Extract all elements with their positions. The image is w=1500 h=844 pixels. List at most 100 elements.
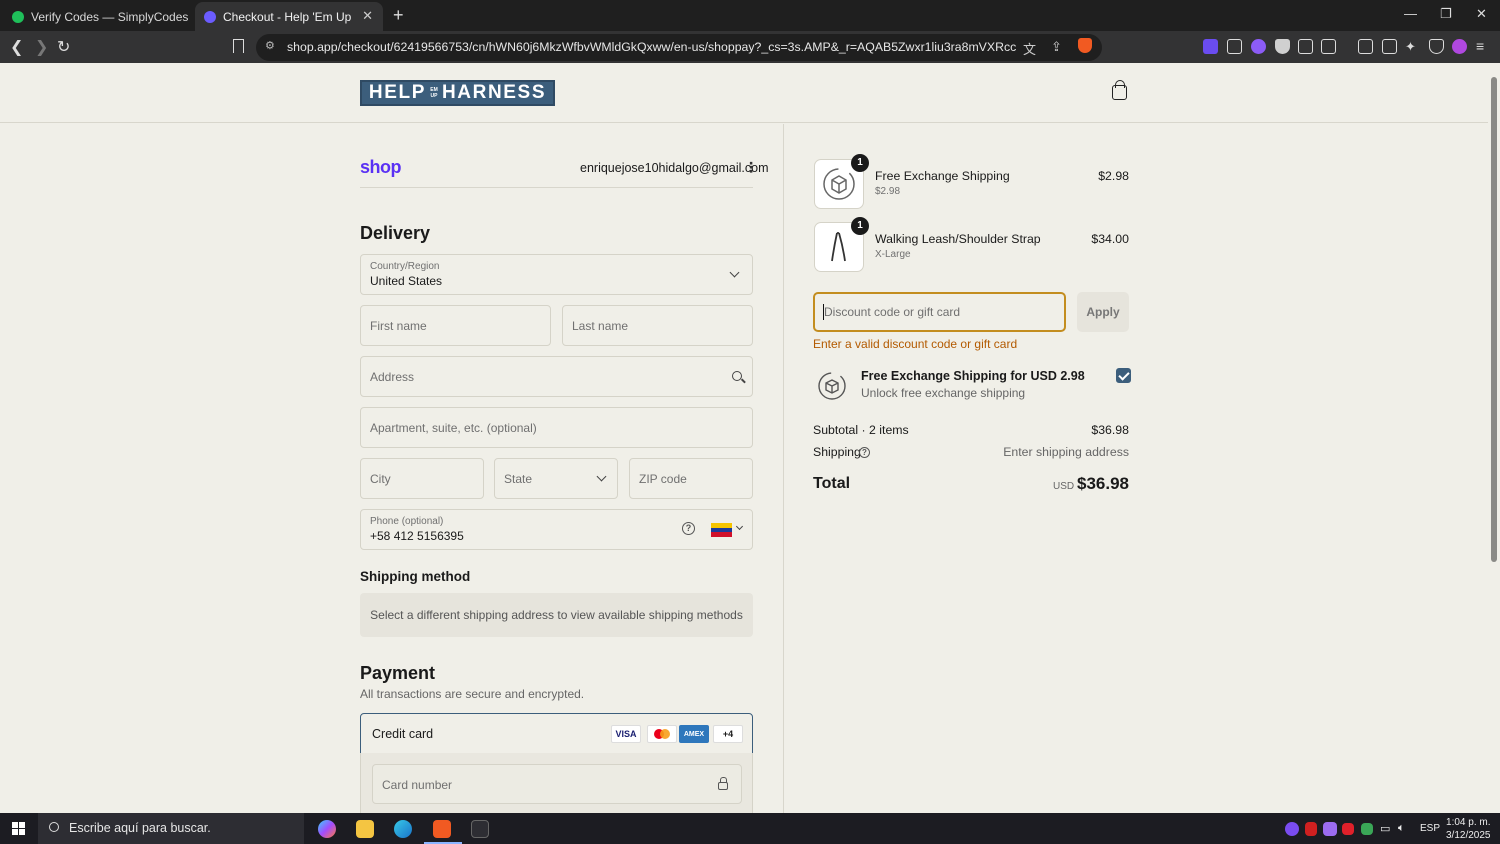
clock-time: 1:04 p. m. <box>1446 817 1491 828</box>
last-name-placeholder: Last name <box>572 319 629 333</box>
extension-icon[interactable] <box>1275 39 1290 54</box>
item-price: $34.00 <box>1091 232 1129 246</box>
extension-icon[interactable] <box>1227 39 1242 54</box>
menu-icon[interactable]: ≡ <box>1476 39 1491 54</box>
vpn-icon[interactable] <box>1429 39 1444 54</box>
more-options-icon[interactable]: ⋮ <box>744 159 758 176</box>
windows-start-icon[interactable] <box>12 822 25 835</box>
bookmark-icon[interactable] <box>233 39 244 53</box>
brave-icon[interactable] <box>433 820 451 838</box>
file-explorer-icon[interactable] <box>356 820 374 838</box>
wallet-icon[interactable] <box>1382 39 1397 54</box>
share-icon[interactable]: ⇪ <box>1051 39 1062 55</box>
country-select[interactable]: Country/Region United States <box>360 254 753 295</box>
item-price: $2.98 <box>1098 169 1129 183</box>
tray-app-icon[interactable] <box>1361 823 1373 835</box>
item-variant: $2.98 <box>875 186 901 197</box>
country-label: Country/Region <box>370 261 440 272</box>
translate-icon[interactable]: 文 <box>1023 39 1036 58</box>
shopping-bag-icon[interactable] <box>1112 80 1127 100</box>
credit-card-form: Card number <box>360 753 753 813</box>
phone-value: +58 412 5156395 <box>370 529 464 543</box>
discount-error: Enter a valid discount code or gift card <box>813 337 1018 351</box>
sidebar-icon[interactable] <box>1358 39 1373 54</box>
tray-app-icon[interactable] <box>1285 822 1299 836</box>
network-icon[interactable]: ▭ <box>1380 822 1390 835</box>
tray-app-icon[interactable] <box>1305 822 1317 836</box>
venezuela-flag-icon[interactable] <box>711 523 732 538</box>
app-icon[interactable] <box>471 820 489 838</box>
tab-title: Verify Codes — SimplyCodes <box>31 9 189 24</box>
delivery-heading: Delivery <box>360 223 431 243</box>
page-scrollbar[interactable] <box>1488 63 1500 813</box>
leo-ai-icon[interactable]: ✦ <box>1405 39 1420 54</box>
extensions-puzzle-icon[interactable] <box>1298 39 1313 54</box>
zip-field[interactable]: ZIP code <box>629 458 753 499</box>
apartment-field[interactable]: Apartment, suite, etc. (optional) <box>360 407 753 448</box>
logo-text: HARNESS <box>441 82 547 103</box>
column-divider <box>783 124 784 813</box>
shop-pay-logo: shop <box>360 157 402 177</box>
reload-icon[interactable]: ↻ <box>57 37 70 57</box>
shop-favicon-icon <box>204 10 216 23</box>
site-settings-icon[interactable]: ⚙ <box>265 39 275 52</box>
tray-app-icon[interactable] <box>1342 823 1354 835</box>
upsell-subtitle: Unlock free exchange shipping <box>861 386 1026 400</box>
search-icon <box>49 822 59 832</box>
upsell-checkbox[interactable] <box>1116 368 1131 383</box>
extension-icon[interactable] <box>1321 39 1336 54</box>
language-indicator[interactable]: ESP <box>1420 823 1440 834</box>
store-logo[interactable]: HELP EM UP HARNESS <box>360 80 555 106</box>
item-variant: X-Large <box>875 249 911 260</box>
minimize-icon[interactable]: — <box>1404 6 1417 21</box>
clock[interactable]: 1:04 p. m. 3/12/2025 <box>1446 816 1491 842</box>
zip-placeholder: ZIP code <box>639 472 687 486</box>
tab-checkout[interactable]: Checkout - Help 'Em Up ✕ <box>195 2 383 31</box>
close-window-icon[interactable]: ✕ <box>1476 6 1487 22</box>
extension-icon[interactable] <box>1251 39 1266 54</box>
credit-card-option[interactable]: Credit card VISA AMEX +4 <box>360 713 753 754</box>
address-placeholder: Address <box>370 370 415 384</box>
taskbar-search[interactable]: Escribe aquí para buscar. <box>38 813 304 844</box>
apply-button[interactable]: Apply <box>1077 292 1129 332</box>
chevron-down-icon[interactable] <box>735 522 744 531</box>
payment-heading: Payment <box>360 663 436 683</box>
tab-simplycodes[interactable]: Verify Codes — SimplyCodes <box>0 2 192 31</box>
restore-icon[interactable]: ❐ <box>1440 6 1452 22</box>
clock-date: 3/12/2025 <box>1446 830 1491 841</box>
profile-icon[interactable] <box>1452 39 1467 54</box>
card-number-field[interactable]: Card number <box>372 764 742 804</box>
copilot-icon[interactable] <box>318 820 336 838</box>
volume-icon[interactable]: 🔈︎ <box>1398 822 1405 835</box>
shipping-method-heading: Shipping method <box>360 569 471 584</box>
forward-icon[interactable]: ❯ <box>35 37 48 57</box>
state-select[interactable]: State <box>494 458 618 499</box>
phone-field[interactable]: Phone (optional) +58 412 5156395 ? <box>360 509 753 550</box>
chevron-down-icon <box>729 267 740 278</box>
address-bar[interactable]: ⚙ shop.app/checkout/62419566753/cn/hWN60… <box>256 34 1102 61</box>
back-icon[interactable]: ❮ <box>10 37 23 57</box>
last-name-field[interactable]: Last name <box>562 305 753 346</box>
new-tab-icon[interactable]: + <box>393 5 404 25</box>
payment-subtitle: All transactions are secure and encrypte… <box>360 687 585 701</box>
url-text: shop.app/checkout/62419566753/cn/hWN60j6… <box>287 40 1017 54</box>
brave-shields-icon[interactable] <box>1078 38 1092 53</box>
close-tab-icon[interactable]: ✕ <box>362 8 373 24</box>
city-field[interactable]: City <box>360 458 484 499</box>
help-icon[interactable]: ? <box>682 522 695 535</box>
address-field[interactable]: Address <box>360 356 753 397</box>
amex-icon: AMEX <box>679 725 709 743</box>
search-icon <box>732 371 742 381</box>
windows-taskbar: Escribe aquí para buscar. ▭ 🔈︎ ESP 1:04 … <box>0 813 1500 844</box>
city-placeholder: City <box>370 472 391 486</box>
first-name-field[interactable]: First name <box>360 305 551 346</box>
help-icon[interactable]: ? <box>859 447 870 458</box>
edge-icon[interactable] <box>394 820 412 838</box>
logo-text-small: EM UP <box>430 87 438 99</box>
extension-icon[interactable] <box>1203 39 1218 54</box>
discount-placeholder: Discount code or gift card <box>824 305 961 319</box>
scrollbar-thumb[interactable] <box>1491 77 1497 562</box>
tray-app-icon[interactable] <box>1323 822 1337 836</box>
discount-code-input[interactable]: Discount code or gift card <box>813 292 1066 332</box>
account-email: enriquejose10hidalgo@gmail.com <box>580 161 769 175</box>
